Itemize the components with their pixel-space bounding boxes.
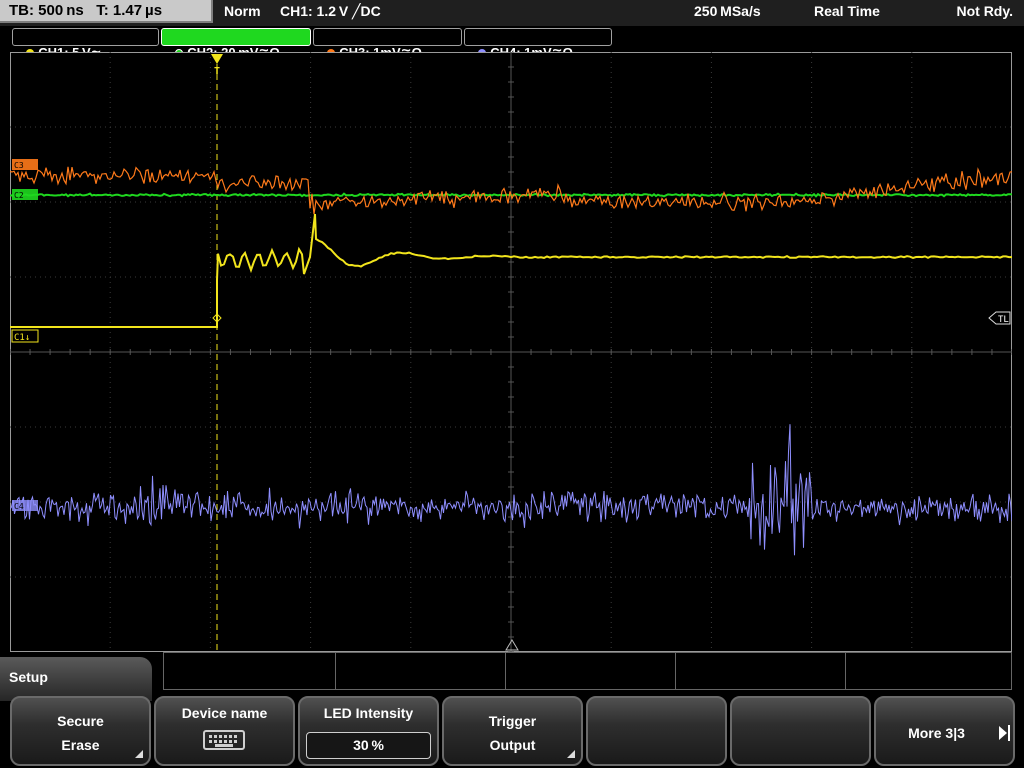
submenu-corner-icon [567,750,575,758]
ch2-offset-marker[interactable]: C2 [12,189,38,200]
next-page-icon-bar [1008,725,1010,741]
graticule [10,52,1012,652]
ch4-offset-marker[interactable]: C4 [12,500,38,511]
more-label: More 3|3 [908,725,965,741]
trigger-mode: Norm [224,3,261,19]
secure-erase-line1: Secure [57,713,104,729]
svg-text:C3: C3 [14,161,24,170]
svg-text:C4: C4 [14,502,24,511]
status-bar: TB: 500 ns T: 1.47 µs Norm CH1: 1.2 V ╱D… [0,0,1024,26]
center-position-marker [505,639,519,651]
device-name-label: Device name [181,705,268,721]
led-intensity-label: LED Intensity [323,705,414,721]
channel-tab-ch4[interactable]: CH4: 1mV≅Ω [464,28,612,60]
svg-text:TL: TL [998,315,1009,325]
trigger-output-line1: Trigger [488,713,537,729]
sample-rate: 250 MSa/s [694,3,761,19]
strip-divider [675,653,676,689]
channel-tab-ch2[interactable]: CH2: 20 mV≅Ω [161,28,311,60]
svg-text:T: T [214,66,220,77]
trigger-output-button[interactable]: Trigger Output [442,696,583,766]
more-button[interactable]: More 3|3 [874,696,1015,766]
trigger-level-marker[interactable]: TL [988,311,1011,325]
secure-erase-line2: Erase [61,737,100,753]
led-intensity-value[interactable]: 30 % [306,732,431,759]
ch1-ground-marker[interactable]: C1↓ [11,329,39,343]
secure-erase-button[interactable]: Secure Erase [10,696,151,766]
trigger-position-marker[interactable]: T [211,54,223,77]
acquisition-mode: Real Time [814,3,880,19]
menu-title: Setup [9,669,48,685]
menu-title-tab: Setup [0,657,152,701]
next-page-icon [999,726,1007,740]
trigger-output-line2: Output [489,737,536,753]
waveform-canvas: T TL C1↓ C3 C2 C4 [10,52,1012,652]
waveform-display[interactable]: T TL C1↓ C3 C2 C4 [10,52,1012,652]
empty-softkey[interactable] [586,696,727,766]
strip-divider [335,653,336,689]
strip-divider [505,653,506,689]
menu-info-strip [163,652,1012,690]
strip-divider [845,653,846,689]
timebase-readout[interactable]: TB: 500 ns T: 1.47 µs [0,0,213,23]
channel-tab-ch1[interactable]: CH1: 5 V≃ [12,28,159,60]
empty-softkey[interactable] [730,696,871,766]
svg-text:C1↓: C1↓ [14,333,30,343]
device-name-button[interactable]: Device name [154,696,295,766]
ch3-offset-marker[interactable]: C3 [12,159,38,170]
channel-tab-ch3[interactable]: CH3: 1mV≅Ω [313,28,462,60]
led-intensity-button[interactable]: LED Intensity 30 % [298,696,439,766]
svg-text:C2: C2 [14,191,24,200]
keyboard-icon [203,730,245,750]
trigger-readout: CH1: 1.2 V ╱DC [280,3,381,19]
submenu-corner-icon [135,750,143,758]
trigger-status: Not Rdy. [956,3,1013,19]
